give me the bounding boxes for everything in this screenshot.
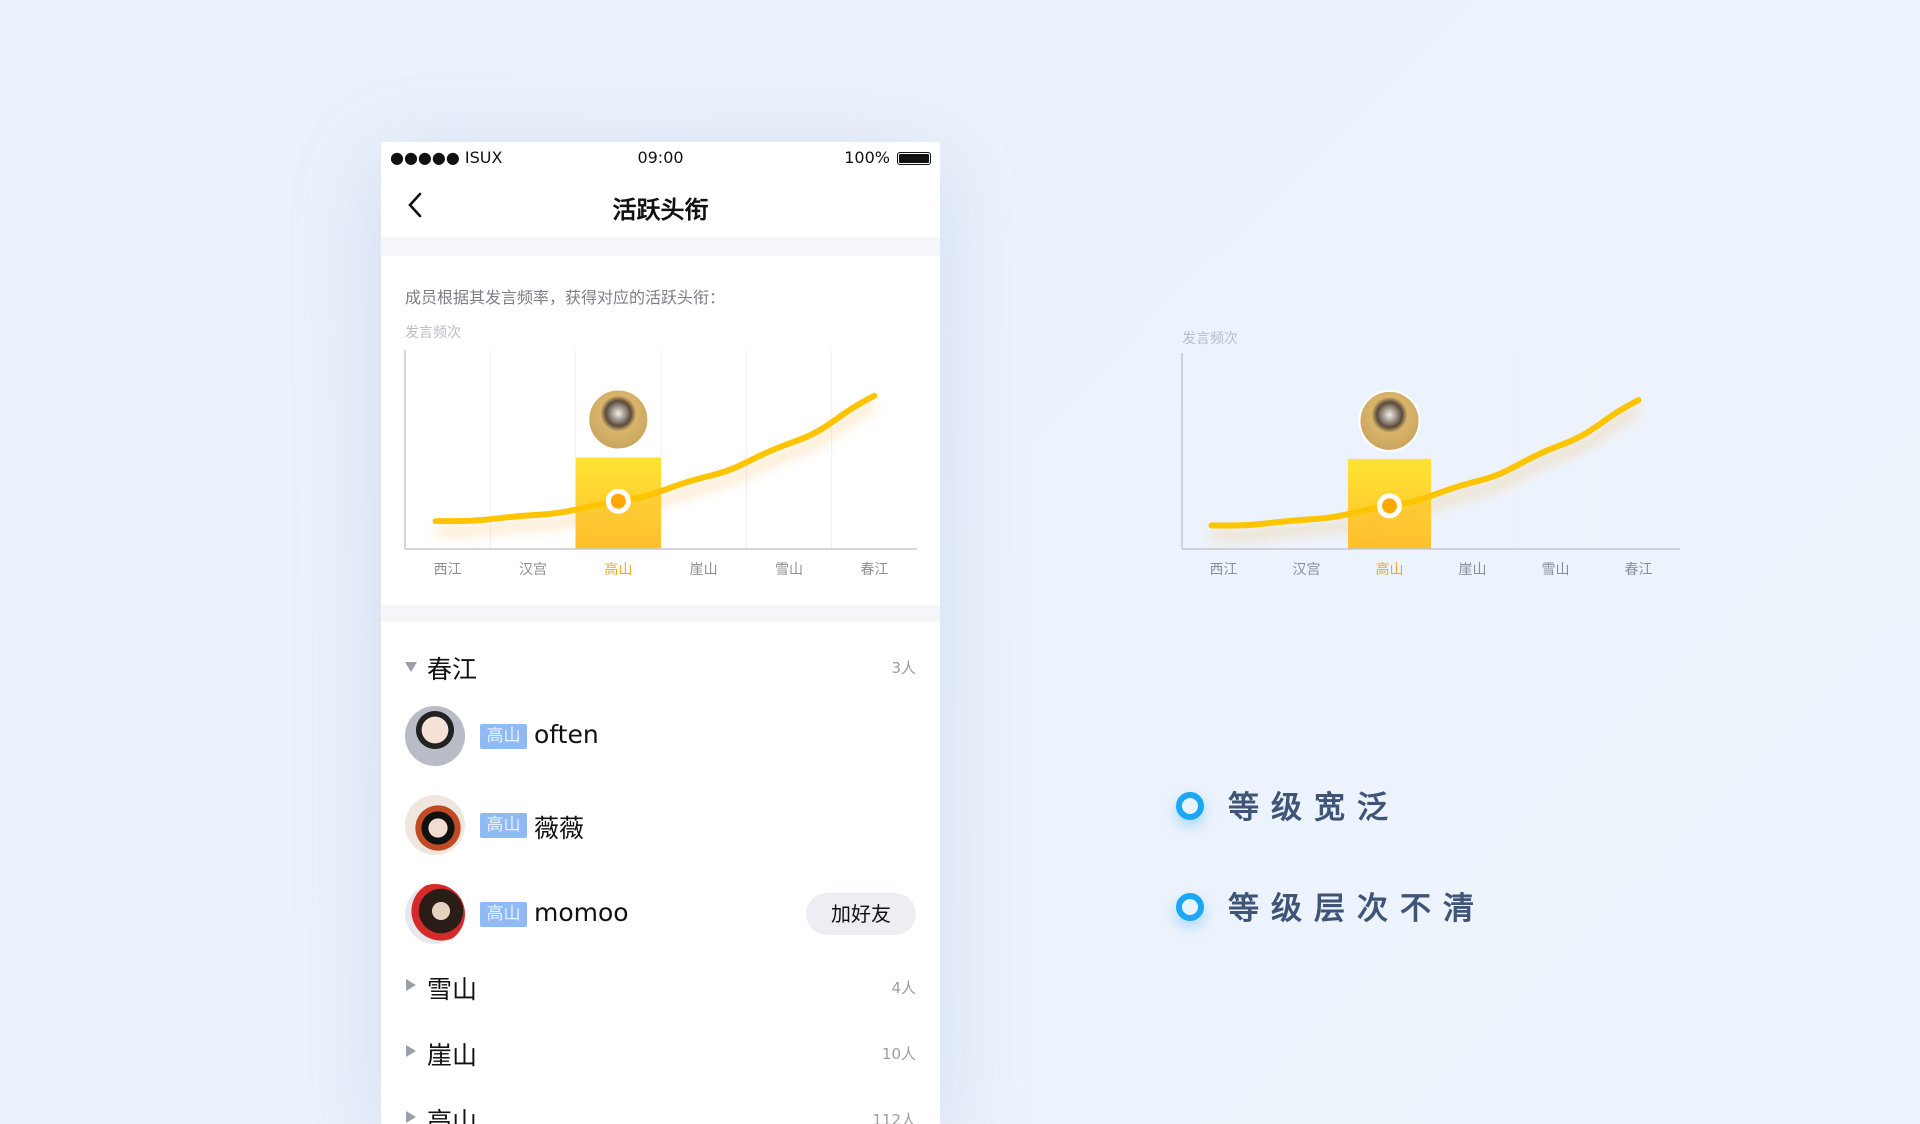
- caret-right-icon: [406, 979, 416, 991]
- level-badge: 高山: [480, 902, 527, 927]
- group-count: 112人: [872, 1111, 916, 1124]
- x-tick-label: 西江: [434, 562, 462, 578]
- current-level-dot: [605, 488, 631, 514]
- x-tick-label: 高山: [604, 561, 632, 578]
- caret-down-icon: [405, 662, 417, 672]
- group-header[interactable]: 崖山 10人: [381, 1033, 940, 1073]
- caret-right-icon: [406, 1111, 416, 1123]
- x-tick-label: 汉宫: [519, 562, 547, 578]
- add-friend-button[interactable]: 加好友: [806, 893, 916, 935]
- note-2: 等级层次不清: [1228, 891, 1486, 927]
- level-chart: 西江 汉宫 高山 崖山 雪山 春江: [404, 350, 917, 578]
- x-tick-label: 高山: [1376, 561, 1404, 578]
- member-row[interactable]: 高山 often: [381, 704, 940, 768]
- x-tick-label: 春江: [860, 562, 888, 578]
- level-chart-copy: 西江 汉宫 高山 崖山 雪山 春江: [1181, 353, 1680, 578]
- member-name: often: [534, 720, 599, 749]
- group-name: 春江: [427, 655, 478, 684]
- avatar[interactable]: [405, 884, 465, 944]
- divider: [381, 605, 940, 622]
- group-count: 3人: [891, 659, 916, 677]
- group-name: 雪山: [427, 975, 478, 1004]
- x-tick-label: 雪山: [1542, 562, 1570, 578]
- member-name: momoo: [534, 898, 629, 927]
- group-name: 高山: [427, 1107, 478, 1124]
- level-badge: 高山: [480, 724, 527, 749]
- phone-screen: ●●●●● ISUX 09:00 100% 活跃头衔 成员根据其发言频率，获得对…: [381, 142, 940, 1124]
- current-level-dot: [1377, 493, 1402, 519]
- level-badge: 高山: [480, 813, 527, 838]
- caret-right-icon: [406, 1045, 416, 1057]
- x-tick-label: 崖山: [690, 562, 718, 578]
- bullet-ring-icon: [1176, 792, 1204, 820]
- group-count: 4人: [891, 979, 916, 997]
- x-tick-label: 汉宫: [1293, 562, 1321, 578]
- group-name: 崖山: [427, 1041, 478, 1070]
- avatar[interactable]: [405, 706, 465, 766]
- member-row[interactable]: 高山 薇薇: [381, 793, 940, 857]
- user-avatar: [587, 388, 650, 451]
- avatar[interactable]: [405, 795, 465, 855]
- member-name: 薇薇: [534, 814, 585, 843]
- member-row[interactable]: 高山 momoo 加好友: [381, 882, 940, 946]
- x-tick-label: 西江: [1210, 562, 1238, 578]
- x-tick-label: 雪山: [775, 562, 803, 578]
- bullet-ring-icon: [1176, 893, 1204, 921]
- user-avatar: [1358, 389, 1421, 452]
- group-header[interactable]: 高山 112人: [381, 1099, 940, 1124]
- x-tick-label: 春江: [1625, 562, 1653, 578]
- group-header[interactable]: 雪山 4人: [381, 967, 940, 1007]
- note-1: 等级宽泛: [1228, 790, 1400, 826]
- x-tick-label: 崖山: [1459, 562, 1487, 578]
- group-header[interactable]: 春江 3人: [381, 647, 940, 687]
- group-count: 10人: [881, 1045, 916, 1063]
